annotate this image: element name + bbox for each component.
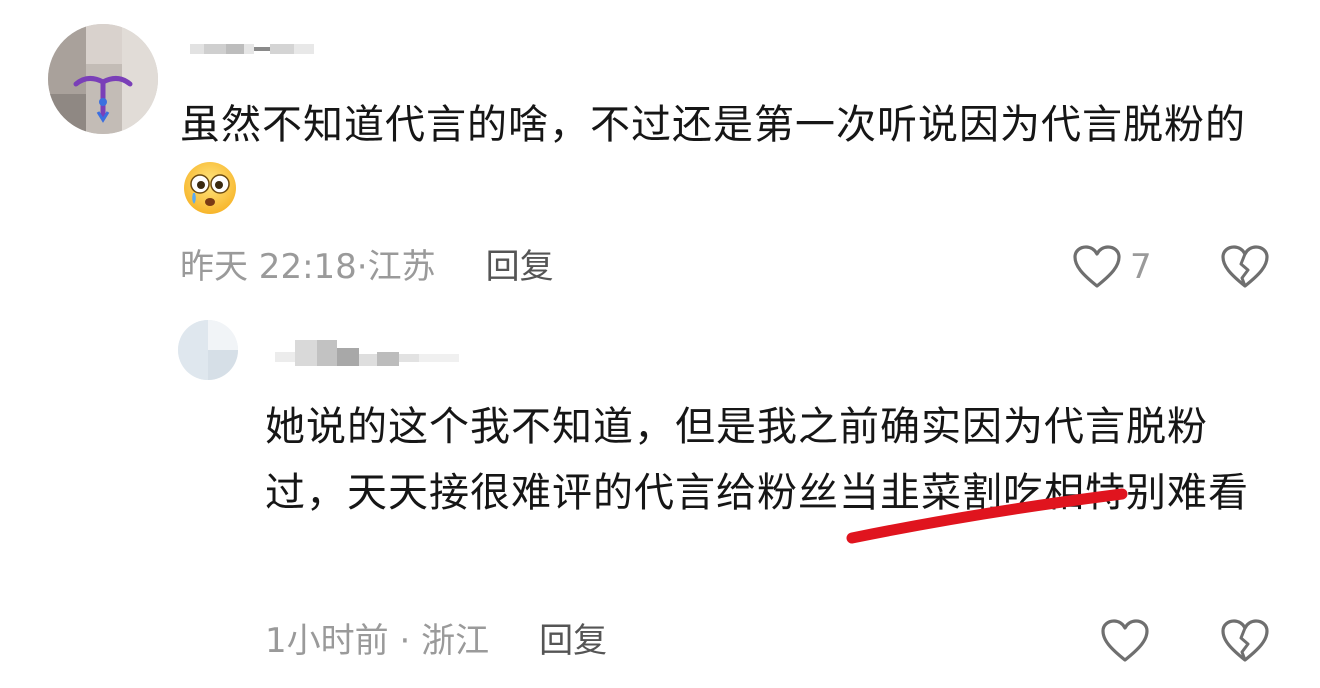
comment-location: 江苏 xyxy=(367,247,436,287)
username-redacted xyxy=(190,44,314,54)
dislike-button[interactable] xyxy=(1220,244,1270,290)
avatar[interactable] xyxy=(48,24,158,134)
heart-outline-icon xyxy=(1073,245,1121,288)
broken-heart-icon xyxy=(1221,619,1269,662)
reply-location: 浙江 xyxy=(421,621,490,661)
reply-dislike-button[interactable] xyxy=(1220,618,1270,664)
reply-time: 1小时前 xyxy=(265,621,389,661)
reply-button[interactable]: 回复 xyxy=(486,247,554,287)
comment-meta: 昨天 22:18·江苏 回复 xyxy=(180,247,554,287)
comment-time: 昨天 22:18 xyxy=(180,247,357,287)
reply-comment-text: 她说的这个我不知道，但是我之前确实因为代言脱粉过，天天接很难评的代言给粉丝当韭菜… xyxy=(265,404,1249,516)
broken-heart-icon xyxy=(1221,245,1269,288)
like-button[interactable] xyxy=(1072,244,1122,290)
flushed-crying-face-emoji xyxy=(184,162,236,214)
heart-outline-icon xyxy=(1101,619,1149,662)
reply-username-redacted xyxy=(275,340,459,366)
comment-text: 虽然不知道代言的啥，不过还是第一次听说因为代言脱粉的 xyxy=(180,92,1260,224)
like-count: 7 xyxy=(1130,247,1152,287)
reply-to-reply-button[interactable]: 回复 xyxy=(539,621,607,661)
reply-like-button[interactable] xyxy=(1100,618,1150,664)
avatar-figure-icon xyxy=(73,76,133,123)
reply-comment-meta: 1小时前 · 浙江 回复 xyxy=(265,621,608,661)
reply-avatar[interactable] xyxy=(178,320,238,380)
